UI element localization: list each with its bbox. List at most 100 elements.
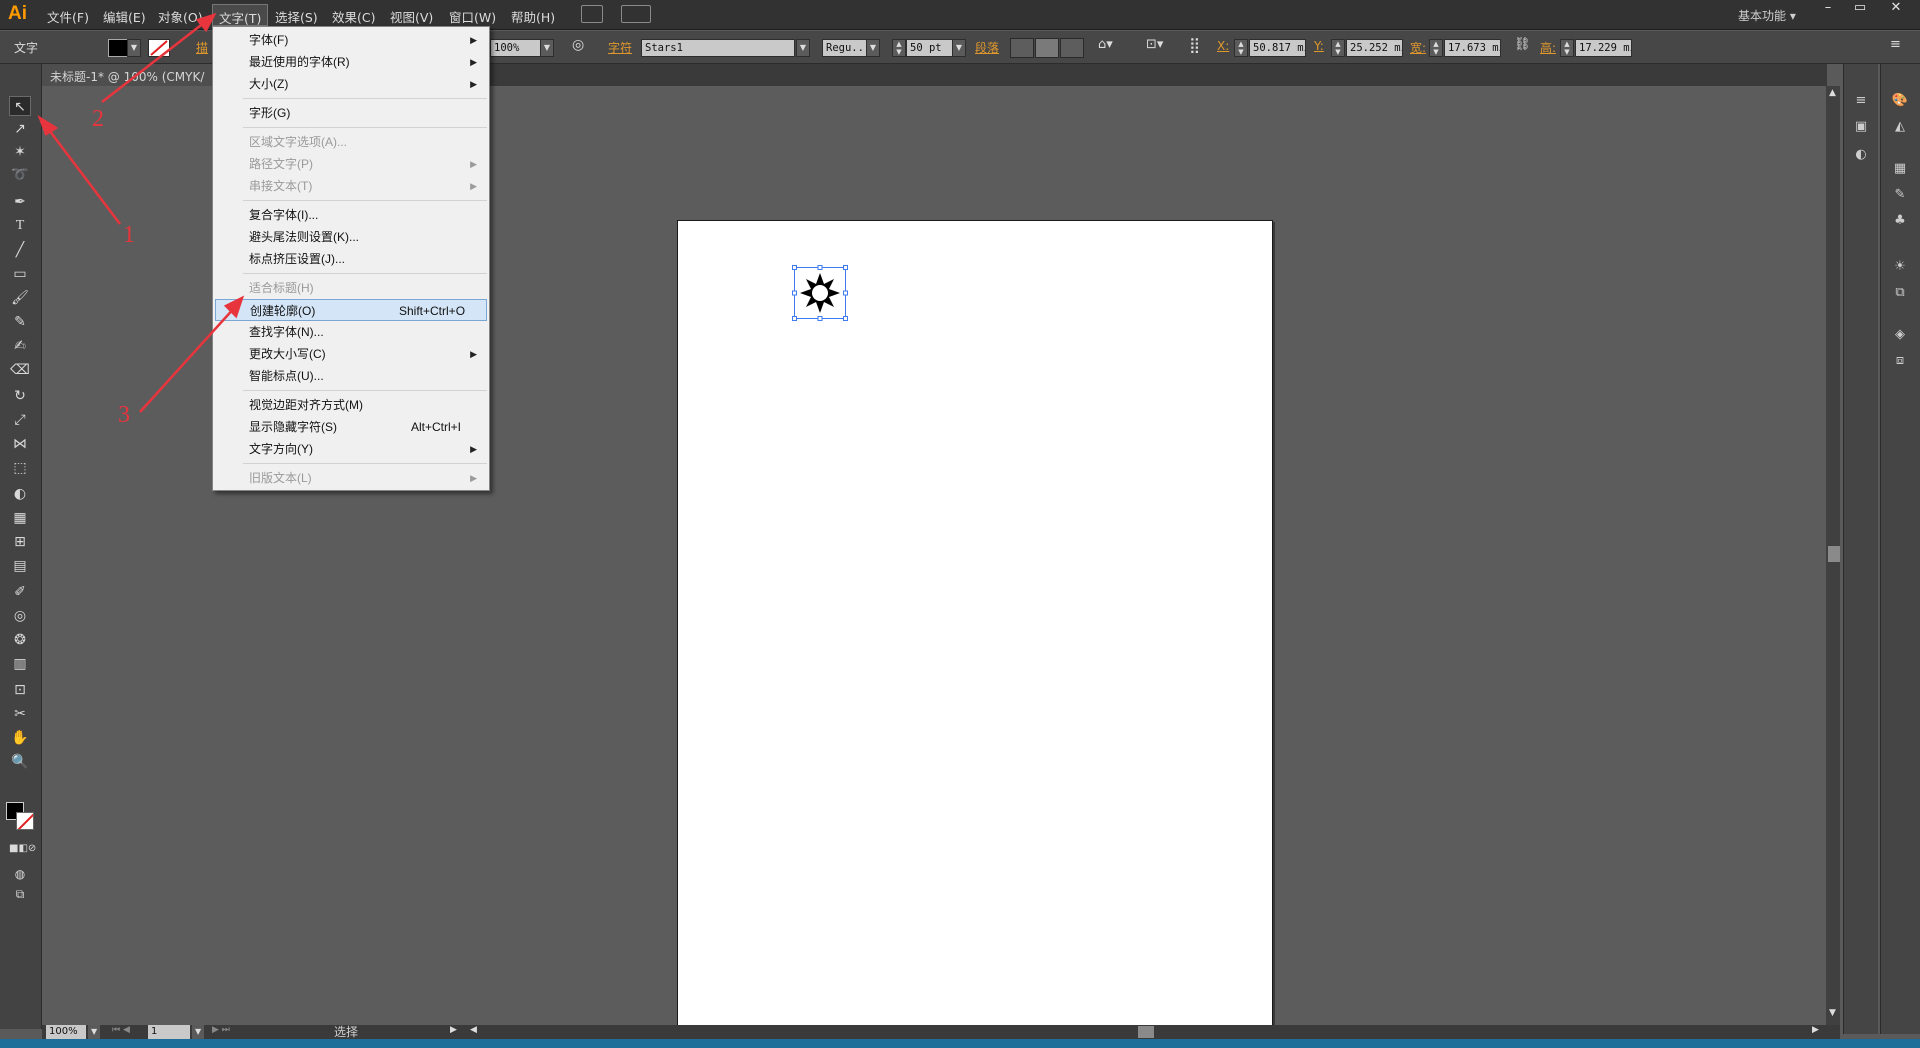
zoom-tool-icon[interactable]: 🔍 xyxy=(9,752,31,772)
zoom-field[interactable]: 100% xyxy=(46,1025,86,1039)
hand-tool-icon[interactable]: ✋ xyxy=(9,728,31,748)
x-field[interactable]: 50.817 mi xyxy=(1249,39,1306,57)
menu-help[interactable]: 帮助(H) xyxy=(511,7,555,26)
pencil-tool-icon[interactable]: ✎ xyxy=(9,312,31,332)
gradient-tool-icon[interactable]: ▤ xyxy=(9,556,31,576)
recolor-icon[interactable]: ◎ xyxy=(572,37,584,53)
symbol-sprayer-tool-icon[interactable]: ❂ xyxy=(9,630,31,650)
layers-panel-icon[interactable]: ◈ xyxy=(1891,328,1909,342)
zoom-dropdown-icon[interactable]: ▼ xyxy=(88,1025,100,1039)
menu-item-font[interactable]: 字体(F) ▶ xyxy=(215,29,487,51)
scroll-down-icon[interactable]: ▼ xyxy=(1829,1008,1836,1018)
color-mode-icons[interactable]: ■◧⊘ xyxy=(9,839,36,859)
width-stepper-icon[interactable]: ▲ ▼ xyxy=(1429,39,1443,57)
column-graph-tool-icon[interactable]: ▥ xyxy=(9,654,31,674)
blob-brush-tool-icon[interactable]: ✍ xyxy=(9,336,31,356)
pen-tool-icon[interactable]: ✒ xyxy=(9,192,31,212)
align-center-icon[interactable] xyxy=(1035,38,1059,58)
blend-tool-icon[interactable]: ◎ xyxy=(9,606,31,626)
paintbrush-tool-icon[interactable]: 🖌 xyxy=(9,288,31,308)
horizontal-scroll-thumb[interactable] xyxy=(1138,1026,1154,1038)
vertical-scroll-thumb[interactable] xyxy=(1828,546,1840,562)
type-tool-icon[interactable]: T xyxy=(9,216,31,236)
draw-mode-icon[interactable]: ◍ xyxy=(9,864,31,884)
opacity-field[interactable]: 100% xyxy=(490,39,546,57)
align-left-icon[interactable] xyxy=(1010,38,1034,58)
bridge-icon[interactable] xyxy=(581,5,603,23)
symbols-panel-icon[interactable]: ♣ xyxy=(1891,214,1909,228)
font-family-dropdown-icon[interactable]: ▼ xyxy=(796,39,810,57)
font-size-stepper-icon[interactable]: ▲ ▼ xyxy=(892,39,906,57)
document-tab[interactable]: 未标题-1* @ 100% (CMYK/ xyxy=(42,64,222,86)
sun-star-glyph[interactable] xyxy=(792,265,848,321)
color-panel-icon[interactable]: 🎨 xyxy=(1891,94,1909,108)
envelope-warp-icon[interactable]: ⌂▾ xyxy=(1098,37,1113,52)
last-page-icon[interactable]: ▶ ⏭ xyxy=(212,1025,230,1035)
menu-item-show-hidden-characters[interactable]: 显示隐藏字符(S) Alt+Ctrl+I xyxy=(215,416,487,438)
graphic-styles-panel-icon[interactable]: ⧉ xyxy=(1891,286,1909,300)
transparency-panel-icon[interactable]: ◐ xyxy=(1852,148,1870,162)
align-right-icon[interactable] xyxy=(1060,38,1084,58)
menu-item-composite-fonts[interactable]: 复合字体(I)... xyxy=(215,204,487,226)
appearance-panel-icon[interactable]: ☀ xyxy=(1891,260,1909,274)
line-tool-icon[interactable]: ╱ xyxy=(9,240,31,260)
status-menu-arrow-icon[interactable]: ▶ xyxy=(450,1025,457,1035)
minimize-button[interactable]: – xyxy=(1812,0,1844,20)
menu-item-mojikumi-settings[interactable]: 标点挤压设置(J)... xyxy=(215,248,487,270)
mesh-tool-icon[interactable]: ⊞ xyxy=(9,532,31,552)
scroll-up-icon[interactable]: ▲ xyxy=(1829,88,1836,98)
perspective-grid-tool-icon[interactable]: ▦ xyxy=(9,508,31,528)
vertical-scrollbar[interactable]: ▲ ▼ xyxy=(1826,86,1840,1025)
artboard-tool-icon[interactable]: ⊡ xyxy=(9,680,31,700)
shape-builder-tool-icon[interactable]: ◐ xyxy=(9,484,31,504)
artboards-panel-icon[interactable]: ⧈ xyxy=(1891,354,1909,368)
eyedropper-tool-icon[interactable]: ✐ xyxy=(9,582,31,602)
close-button[interactable]: ✕ xyxy=(1876,0,1916,20)
eraser-tool-icon[interactable]: ⌫ xyxy=(9,360,31,380)
menu-item-smart-punctuation[interactable]: 智能标点(U)... xyxy=(215,365,487,387)
menu-file[interactable]: 文件(F) xyxy=(47,7,89,26)
menu-item-glyphs[interactable]: 字形(G) xyxy=(215,102,487,124)
selection-tool-icon[interactable]: ↖ xyxy=(9,96,31,116)
font-style-field[interactable]: Regu... xyxy=(822,39,872,57)
width-tool-icon[interactable]: ⋈ xyxy=(9,434,31,454)
first-page-icon[interactable]: ⏮ ◀ xyxy=(112,1025,130,1035)
scroll-left-icon[interactable]: ◀ xyxy=(470,1025,477,1035)
scroll-right-icon[interactable]: ▶ xyxy=(1812,1025,1819,1035)
menu-view[interactable]: 视图(V) xyxy=(390,7,433,26)
swatches-panel-icon[interactable]: ▦ xyxy=(1891,162,1909,176)
artboard[interactable] xyxy=(677,220,1273,1048)
paragraph-panel-link[interactable]: 段落 xyxy=(975,39,999,56)
menu-select[interactable]: 选择(S) xyxy=(275,7,318,26)
workspace-switcher[interactable]: 基本功能 ▾ xyxy=(1738,7,1796,24)
menu-window[interactable]: 窗口(W) xyxy=(449,7,496,26)
menu-item-size[interactable]: 大小(Z) ▶ xyxy=(215,73,487,95)
stroke-color-icon[interactable] xyxy=(16,812,34,830)
menu-edit[interactable]: 编辑(E) xyxy=(103,7,146,26)
scale-tool-icon[interactable]: ⤢ xyxy=(9,410,31,430)
rectangle-tool-icon[interactable]: ▭ xyxy=(9,264,31,284)
stroke-label[interactable]: 描 xyxy=(196,39,208,56)
page-field[interactable]: 1 xyxy=(148,1025,190,1039)
height-stepper-icon[interactable]: ▲ ▼ xyxy=(1560,39,1574,57)
stroke-panel-icon[interactable]: ≡ xyxy=(1852,94,1870,108)
page-dropdown-icon[interactable]: ▼ xyxy=(192,1025,204,1039)
arrange-documents-icon[interactable] xyxy=(621,5,651,23)
transform-reference-icon[interactable]: ⊡▾ xyxy=(1146,37,1163,52)
menu-effect[interactable]: 效果(C) xyxy=(332,7,375,26)
font-style-dropdown-icon[interactable]: ▼ xyxy=(866,39,880,57)
gradient-panel-icon[interactable]: ▣ xyxy=(1852,120,1870,134)
menu-type[interactable]: 文字(T) xyxy=(212,4,269,26)
font-family-field[interactable]: Stars1 xyxy=(641,39,795,57)
color-guide-panel-icon[interactable]: ◭ xyxy=(1891,120,1909,134)
screen-mode-icon[interactable]: ⧉ xyxy=(9,884,31,904)
reference-point-icon[interactable]: ⣿ xyxy=(1189,36,1200,54)
stroke-none-swatch[interactable] xyxy=(148,39,170,57)
character-panel-link[interactable]: 字符 xyxy=(608,39,632,56)
height-field[interactable]: 17.229 mi xyxy=(1575,39,1632,57)
menu-item-create-outlines[interactable]: 创建轮廓(O) Shift+Ctrl+O xyxy=(215,299,487,321)
menu-item-recent-fonts[interactable]: 最近使用的字体(R) ▶ xyxy=(215,51,487,73)
lasso-tool-icon[interactable]: ➰ xyxy=(9,165,31,185)
menu-item-optical-margin-alignment[interactable]: 视觉边距对齐方式(M) xyxy=(215,394,487,416)
menu-object[interactable]: 对象(O) xyxy=(158,7,203,26)
